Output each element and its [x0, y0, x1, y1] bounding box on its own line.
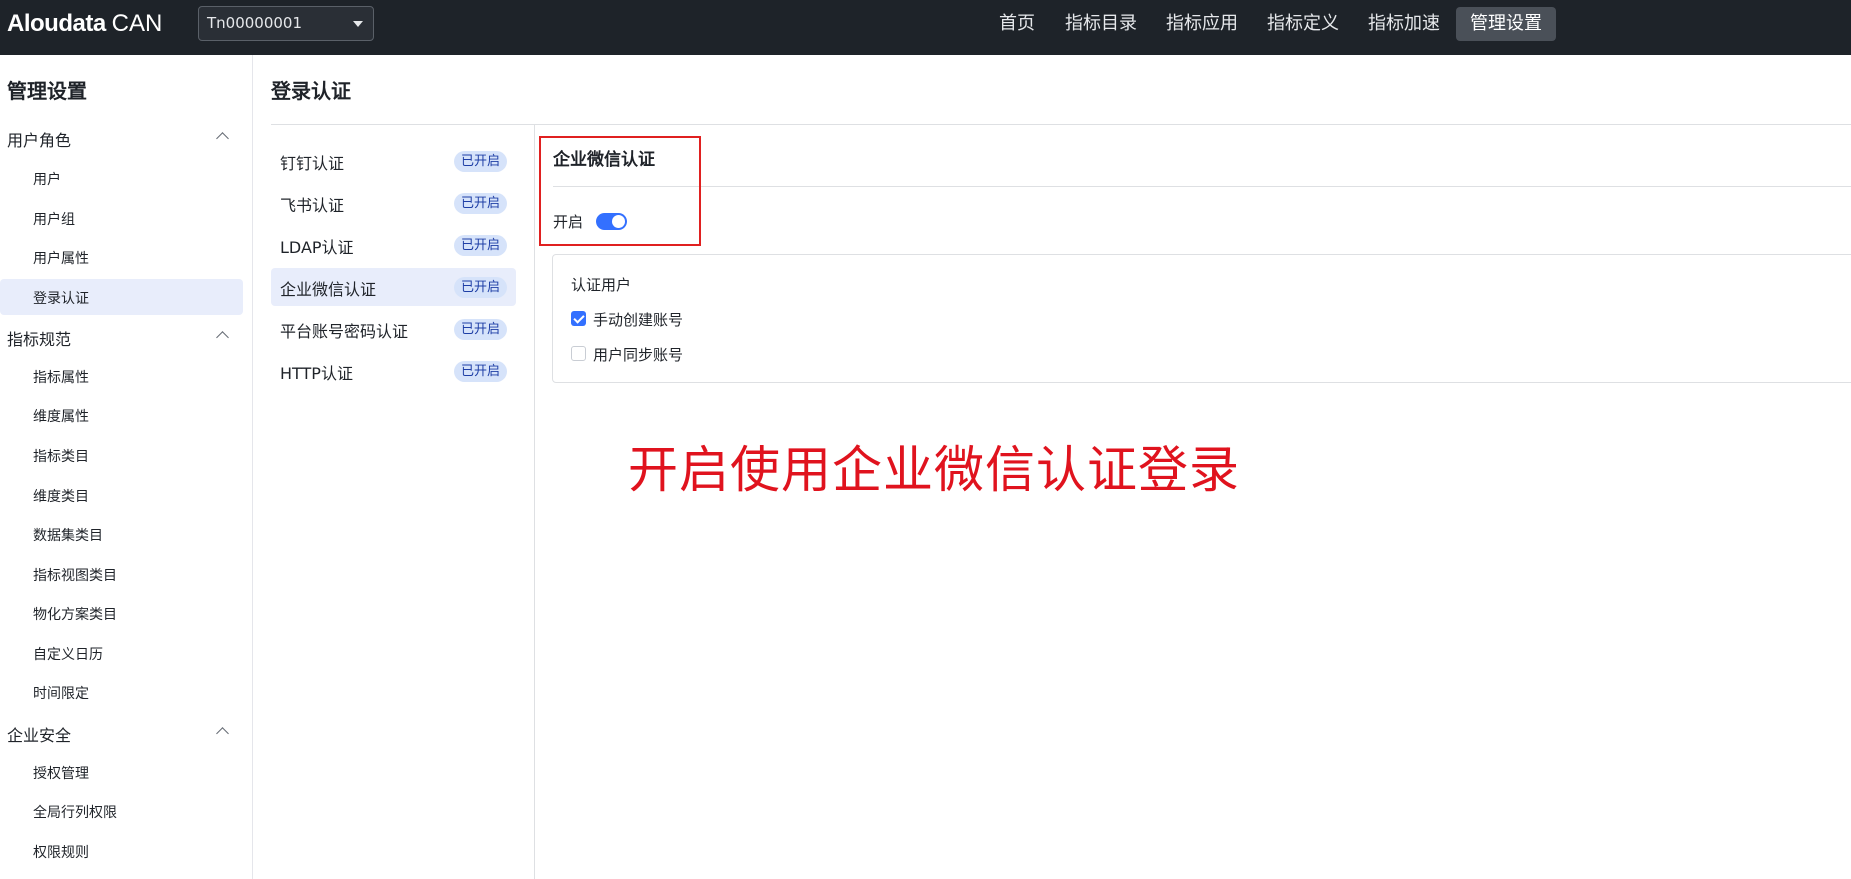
sidebar-item-dimension-attributes[interactable]: 维度属性: [33, 406, 89, 426]
tenant-select-value: Tn00000001: [207, 14, 303, 32]
sidebar-group-enterprise-security[interactable]: 企业安全: [7, 722, 71, 746]
sidebar-item-metric-categories[interactable]: 指标类目: [33, 446, 89, 466]
auth-method-label: LDAP认证: [280, 238, 354, 257]
sidebar-item-materialization-categories[interactable]: 物化方案类目: [33, 604, 117, 624]
auth-method-ldap[interactable]: LDAP认证 已开启: [271, 226, 516, 264]
checkbox-manual-create[interactable]: [571, 311, 586, 326]
nav-metric-catalog[interactable]: 指标目录: [1051, 7, 1151, 41]
status-badge: 已开启: [453, 361, 507, 382]
sidebar: 管理设置 用户角色 用户 用户组 用户属性 登录认证 指标规范 指标属性 维度属…: [0, 55, 253, 879]
auth-method-dingtalk[interactable]: 钉钉认证 已开启: [271, 142, 516, 180]
status-badge: 已开启: [453, 319, 507, 340]
sidebar-item-dimension-categories[interactable]: 维度类目: [33, 486, 89, 506]
chevron-up-icon[interactable]: [217, 131, 227, 141]
checkbox-user-sync[interactable]: [571, 346, 586, 361]
auth-method-feishu[interactable]: 飞书认证 已开启: [271, 184, 516, 222]
sidebar-item-authorization[interactable]: 授权管理: [33, 763, 89, 783]
checkbox-label: 用户同步账号: [593, 346, 684, 364]
sidebar-item-login-auth[interactable]: 登录认证: [33, 288, 89, 308]
auth-method-label: 企业微信认证: [280, 280, 377, 299]
annotation-text: 开启使用企业微信认证登录: [628, 441, 1240, 499]
auth-users-title: 认证用户: [571, 276, 632, 294]
sidebar-item-permission-rules[interactable]: 权限规则: [33, 842, 89, 862]
divider: [271, 124, 1851, 125]
caret-down-icon: [353, 21, 363, 27]
status-badge: 已开启: [453, 151, 507, 172]
logo-brand: Aloudata: [7, 10, 106, 37]
app-logo[interactable]: Aloudata CAN: [7, 10, 162, 40]
auth-users-card: [552, 254, 1851, 383]
divider: [553, 186, 1851, 187]
auth-method-wecom[interactable]: 企业微信认证 已开启: [271, 268, 516, 306]
nav-metric-application[interactable]: 指标应用: [1152, 7, 1252, 41]
chevron-up-icon[interactable]: [217, 726, 227, 736]
sidebar-title: 管理设置: [7, 79, 87, 103]
sidebar-group-metric-standards[interactable]: 指标规范: [7, 326, 71, 350]
auth-method-label: 飞书认证: [280, 196, 345, 215]
sidebar-item-metric-attributes[interactable]: 指标属性: [33, 367, 89, 387]
sidebar-item-custom-calendar[interactable]: 自定义日历: [33, 644, 103, 664]
chevron-up-icon[interactable]: [217, 330, 227, 340]
sidebar-item-user-groups[interactable]: 用户组: [33, 209, 75, 229]
divider-vertical: [534, 124, 535, 879]
checkbox-label: 手动创建账号: [593, 311, 684, 329]
logo-product: CAN: [111, 10, 163, 37]
auth-method-label: HTTP认证: [280, 364, 353, 383]
annotation-highlight-box: [539, 136, 701, 246]
sidebar-item-user-attributes[interactable]: 用户属性: [33, 248, 89, 268]
sidebar-item-metric-view-categories[interactable]: 指标视图类目: [33, 565, 117, 585]
tenant-select[interactable]: Tn00000001: [198, 6, 374, 41]
sidebar-group-user-roles[interactable]: 用户角色: [7, 127, 71, 151]
sidebar-item-users[interactable]: 用户: [33, 169, 61, 189]
nav-admin-settings[interactable]: 管理设置: [1456, 7, 1556, 41]
sidebar-item-global-row-col-perms[interactable]: 全局行列权限: [33, 802, 117, 822]
page-title: 登录认证: [271, 79, 351, 103]
status-badge: 已开启: [453, 193, 507, 214]
sidebar-item-dataset-categories[interactable]: 数据集类目: [33, 525, 103, 545]
sidebar-item-time-limits[interactable]: 时间限定: [33, 683, 89, 703]
top-nav-bar: Aloudata CAN Tn00000001 首页 指标目录 指标应用 指标定…: [0, 0, 1851, 55]
auth-method-platform-password[interactable]: 平台账号密码认证 已开启: [271, 310, 516, 348]
status-badge: 已开启: [453, 235, 507, 256]
auth-method-http[interactable]: HTTP认证 已开启: [271, 352, 516, 390]
status-badge: 已开启: [453, 277, 507, 298]
auth-method-label: 平台账号密码认证: [280, 322, 409, 341]
auth-method-label: 钉钉认证: [280, 154, 345, 173]
nav-home[interactable]: 首页: [985, 7, 1049, 41]
nav-metric-definition[interactable]: 指标定义: [1253, 7, 1353, 41]
nav-metric-acceleration[interactable]: 指标加速: [1354, 7, 1454, 41]
